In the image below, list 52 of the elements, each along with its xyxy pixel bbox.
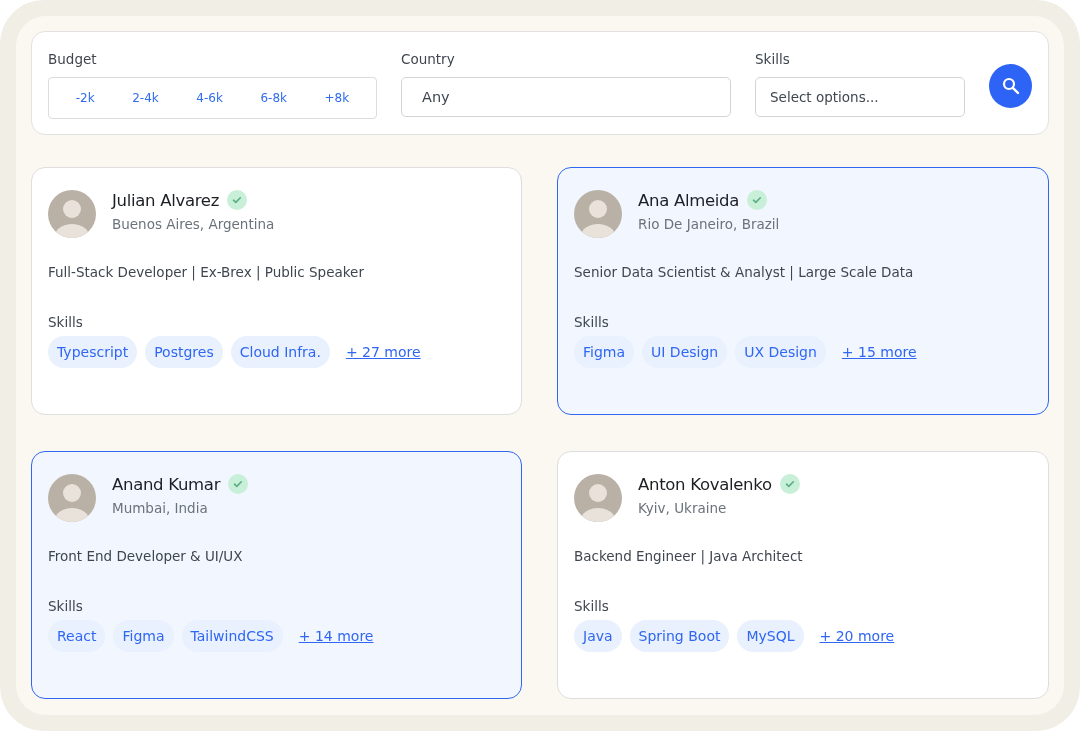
skills-field[interactable]: Select options... (755, 77, 965, 117)
country-field[interactable]: Any (401, 77, 731, 117)
skill-tag: Java (574, 620, 622, 652)
skill-tag: Typescript (48, 336, 138, 368)
search-icon (1001, 77, 1020, 95)
profile-name: Anton Kovalenko (638, 474, 772, 494)
more-skills-link[interactable]: + 20 more (819, 628, 895, 644)
budget-option[interactable]: 2-4k (126, 87, 165, 109)
skill-tag: UX Design (735, 336, 826, 368)
skills-heading: Skills (574, 598, 610, 614)
skills-label: Skills (755, 50, 791, 68)
profile-location: Buenos Aires, Argentina (112, 216, 275, 232)
skill-tag: Figma (574, 336, 635, 368)
profile-headline: Full-Stack Developer | Ex-Brex | Public Speaker (48, 264, 365, 280)
avatar (48, 474, 96, 522)
skill-tag: Figma (113, 620, 174, 652)
avatar (574, 474, 622, 522)
profile-location: Kyiv, Ukraine (638, 500, 728, 516)
profile-name: Ana Almeida (638, 190, 740, 210)
budget-option[interactable]: 4-6k (190, 87, 229, 109)
profile-headline: Front End Developer & UI/UX (48, 548, 244, 564)
budget-option[interactable]: +8k (318, 87, 356, 109)
profile-location: Rio De Janeiro, Brazil (638, 216, 780, 232)
skill-tag: Cloud Infra. (230, 336, 330, 368)
skills-heading: Skills (574, 314, 610, 330)
profile-location: Mumbai, India (112, 500, 209, 516)
avatar (48, 190, 96, 238)
budget-option[interactable]: -2k (69, 87, 101, 109)
budget-label: Budget (48, 50, 98, 68)
skills-heading: Skills (48, 598, 84, 614)
skill-tag: TailwindCSS (181, 620, 283, 652)
profile-card[interactable]: Anton Kovalenko Kyiv, Ukraine Backend Engineer | Java Architect Skills Java Spring Boot MySQL + 20 more (557, 451, 1049, 699)
profile-headline: Backend Engineer | Java Architect (574, 548, 804, 564)
more-skills-link[interactable]: + 15 more (841, 344, 917, 360)
profile-headline: Senior Data Scientist & Analyst | Large Scale Data (574, 264, 915, 280)
skill-tag: UI Design (642, 336, 728, 368)
more-skills-link[interactable]: + 27 more (345, 344, 421, 360)
skill-tag: Postgres (145, 336, 223, 368)
profile-card[interactable]: Ana Almeida Rio De Janeiro, Brazil Senior Data Scientist & Analyst | Large Scale Data Skills Figma UI Design UX Design + 15 more (557, 167, 1049, 415)
budget-option[interactable]: 6-8k (254, 87, 293, 109)
skills-heading: Skills (48, 314, 84, 330)
profile-card[interactable]: Julian Alvarez Buenos Aires, Argentina Full-Stack Developer | Ex-Brex | Public Speaker Skills Typescript Postgres Cloud Infra. + 27 more (31, 167, 522, 415)
skill-tag: React (48, 620, 106, 652)
skill-tag: Spring Boot (629, 620, 730, 652)
skill-tag: MySQL (737, 620, 804, 652)
avatar (574, 190, 622, 238)
profile-name: Anand Kumar (112, 474, 221, 494)
more-skills-link[interactable]: + 14 more (298, 628, 374, 644)
profile-card[interactable]: Anand Kumar Mumbai, India Front End Developer & UI/UX Skills React Figma TailwindCSS + 14 more (31, 451, 522, 699)
profile-name: Julian Alvarez (112, 190, 220, 210)
search-button[interactable] (989, 64, 1032, 108)
country-label: Country (401, 50, 456, 68)
